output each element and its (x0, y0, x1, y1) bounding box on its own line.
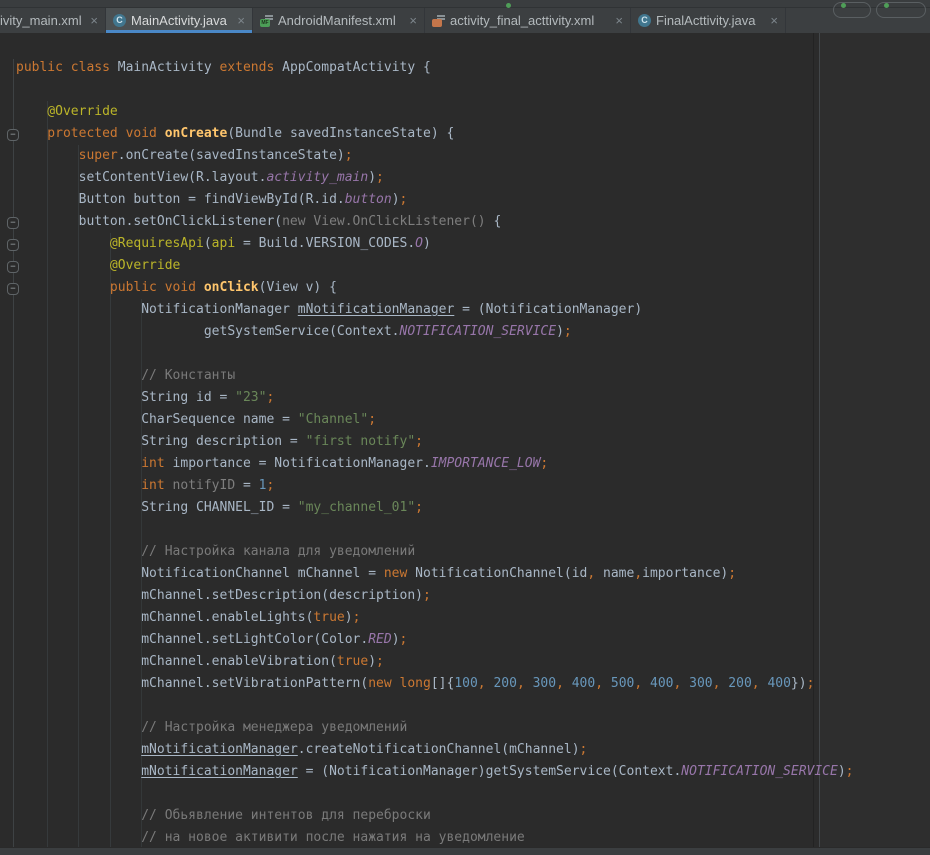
tab-label: FinalActtivity.java (656, 13, 755, 28)
close-icon[interactable]: × (615, 14, 623, 27)
fold-marker[interactable]: − (7, 283, 19, 295)
tab-ivity-main-xml[interactable]: ivity_main.xml × (0, 8, 106, 33)
tab-label: AndroidManifest.xml (278, 13, 396, 28)
code-line: mNotificationManager = (NotificationMana… (16, 761, 930, 783)
code-editor[interactable]: public class MainActivity extends AppCom… (0, 33, 930, 855)
tab-label: ivity_main.xml (0, 13, 82, 28)
code-line: CharSequence name = "Channel"; (16, 409, 930, 431)
code-line: getSystemService(Context.NOTIFICATION_SE… (16, 321, 930, 343)
code-line: // Настройка менеджера уведомлений (16, 717, 930, 739)
fold-marker[interactable]: − (7, 129, 19, 141)
run-controls-group[interactable] (833, 2, 871, 18)
code-line: @Override (16, 255, 930, 277)
tab-label: activity_final_acttivity.xml (450, 13, 594, 28)
code-line: public class MainActivity extends AppCom… (16, 57, 930, 79)
code-line (16, 343, 930, 365)
tab-mainactivity-java[interactable]: C MainActivity.java × (106, 8, 253, 33)
close-icon[interactable]: × (237, 14, 245, 27)
code-line: setContentView(R.layout.activity_main); (16, 167, 930, 189)
java-class-icon: C (638, 14, 651, 27)
close-icon[interactable]: × (409, 14, 417, 27)
tab-label: MainActivity.java (131, 13, 227, 28)
editor-tab-bar: ivity_main.xml × C MainActivity.java × MF Andr… (0, 8, 930, 33)
code-line: public void onClick(View v) { (16, 277, 930, 299)
code-line: mChannel.enableLights(true); (16, 607, 930, 629)
close-icon[interactable]: × (770, 14, 778, 27)
code-line: String id = "23"; (16, 387, 930, 409)
code-line: mChannel.enableVibration(true); (16, 651, 930, 673)
code-lines[interactable]: public class MainActivity extends AppCom… (0, 33, 930, 849)
code-line: @Override (16, 101, 930, 123)
code-line: // Обьявление интентов для переброски (16, 805, 930, 827)
main-toolbar (0, 0, 930, 8)
code-line (16, 79, 930, 101)
close-icon[interactable]: × (90, 14, 98, 27)
code-line: String description = "first notify"; (16, 431, 930, 453)
fold-marker[interactable]: − (7, 239, 19, 251)
code-line: super.onCreate(savedInstanceState); (16, 145, 930, 167)
code-line: Button button = findViewById(R.id.button… (16, 189, 930, 211)
code-line: @RequiresApi(api = Build.VERSION_CODES.O… (16, 233, 930, 255)
code-line: NotificationManager mNotificationManager… (16, 299, 930, 321)
tool-window-bar: ≣TODO⚠Problems▣Terminal▤Logcat⚒Build◔Pro… (0, 847, 930, 855)
code-line: mChannel.setDescription(description); (16, 585, 930, 607)
debug-icon[interactable] (884, 3, 889, 8)
java-class-icon: C (113, 14, 126, 27)
tab-androidmanifest-xml[interactable]: MF AndroidManifest.xml × (253, 8, 425, 33)
code-line: String CHANNEL_ID = "my_channel_01"; (16, 497, 930, 519)
fold-marker[interactable]: − (7, 261, 19, 273)
code-line: protected void onCreate(Bundle savedInst… (16, 123, 930, 145)
code-line: mChannel.setVibrationPattern(new long[]{… (16, 673, 930, 695)
code-line: // на новое активити после нажатия на ув… (16, 827, 930, 849)
manifest-file-icon: MF (260, 14, 273, 27)
code-line: // Настройка канала для уведомлений (16, 541, 930, 563)
toolbar-green-dot (506, 3, 511, 8)
layout-file-icon (432, 14, 445, 27)
code-line (16, 695, 930, 717)
code-line (16, 783, 930, 805)
code-line (16, 519, 930, 541)
run-icon[interactable] (841, 3, 846, 8)
code-line: mNotificationManager.createNotificationC… (16, 739, 930, 761)
code-line: button.setOnClickListener(new View.OnCli… (16, 211, 930, 233)
tab-activity-final-acttivity-xml[interactable]: activity_final_acttivity.xml × (425, 8, 631, 33)
fold-marker[interactable]: − (7, 217, 19, 229)
code-line: int importance = NotificationManager.IMP… (16, 453, 930, 475)
code-line: NotificationChannel mChannel = new Notif… (16, 563, 930, 585)
code-line: mChannel.setLightColor(Color.RED); (16, 629, 930, 651)
code-line: // Константы (16, 365, 930, 387)
tab-finalacttivity-java[interactable]: C FinalActtivity.java × (631, 8, 786, 33)
code-line: int notifyID = 1; (16, 475, 930, 497)
